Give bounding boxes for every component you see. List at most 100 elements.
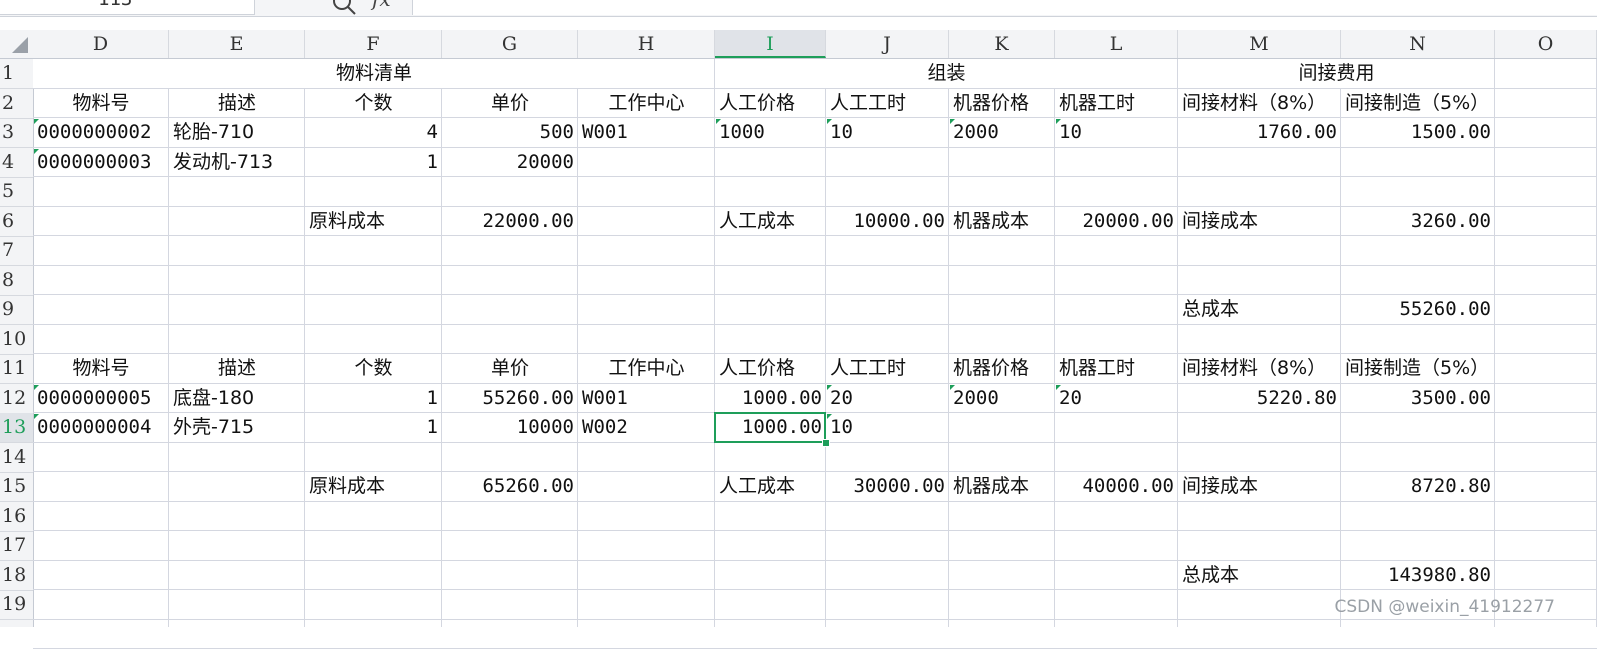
column-header-e[interactable]: E <box>169 30 305 58</box>
cell-d13[interactable]: 0000000004 <box>33 413 169 442</box>
row-header-2[interactable]: 2 <box>0 89 33 119</box>
cell-n6[interactable]: 3260.00 <box>1341 207 1495 236</box>
cell-m3[interactable]: 1760.00 <box>1178 118 1341 147</box>
row-header-8[interactable]: 8 <box>0 266 33 296</box>
cell-i3[interactable]: 1000 <box>715 118 826 147</box>
cell-e3[interactable]: 轮胎-710 <box>169 118 305 147</box>
cell-l15[interactable]: 40000.00 <box>1055 472 1178 501</box>
cell-m6[interactable]: 间接成本 <box>1178 207 1341 236</box>
row-header-7[interactable]: 7 <box>0 236 33 266</box>
cell-j13[interactable]: 10 <box>826 413 949 442</box>
cell-n2[interactable]: 间接制造（5%） <box>1341 89 1495 118</box>
cell-f4[interactable]: 1 <box>305 148 442 177</box>
cell-l3[interactable]: 10 <box>1055 118 1178 147</box>
column-header-f[interactable]: F <box>305 30 442 58</box>
cell-j2[interactable]: 人工工时 <box>826 89 949 118</box>
cell-e11[interactable]: 描述 <box>169 354 305 383</box>
cell-j6[interactable]: 10000.00 <box>826 207 949 236</box>
cell-n15[interactable]: 8720.80 <box>1341 472 1495 501</box>
cell-m2[interactable]: 间接材料（8%） <box>1178 89 1341 118</box>
row-header-9[interactable]: 9 <box>0 295 33 325</box>
cell-d1[interactable]: 物料清单 <box>33 59 715 88</box>
column-header-j[interactable]: J <box>826 30 949 58</box>
cell-n3[interactable]: 1500.00 <box>1341 118 1495 147</box>
fx-icon[interactable]: fx <box>372 0 391 11</box>
column-header-k[interactable]: K <box>949 30 1055 58</box>
row-header-1[interactable]: 1 <box>0 59 33 89</box>
row-header-5[interactable]: 5 <box>0 177 33 207</box>
column-header-h[interactable]: H <box>578 30 715 58</box>
cell-e13[interactable]: 外壳-715 <box>169 413 305 442</box>
cell-n9[interactable]: 55260.00 <box>1341 295 1495 324</box>
cell-h11[interactable]: 工作中心 <box>578 354 715 383</box>
row-header-3[interactable]: 3 <box>0 118 33 148</box>
column-header-g[interactable]: G <box>442 30 578 58</box>
cell-l11[interactable]: 机器工时 <box>1055 354 1178 383</box>
cell-g4[interactable]: 20000 <box>442 148 578 177</box>
cell-h12[interactable]: W001 <box>578 384 715 413</box>
cell-h2[interactable]: 工作中心 <box>578 89 715 118</box>
cell-l2[interactable]: 机器工时 <box>1055 89 1178 118</box>
cell-i11[interactable]: 人工价格 <box>715 354 826 383</box>
cell-f11[interactable]: 个数 <box>305 354 442 383</box>
cell-i2[interactable]: 人工价格 <box>715 89 826 118</box>
cell-d4[interactable]: 0000000003 <box>33 148 169 177</box>
cell-e4[interactable]: 发动机-713 <box>169 148 305 177</box>
search-icon[interactable] <box>330 0 360 16</box>
row-header-6[interactable]: 6 <box>0 207 33 237</box>
cell-h3[interactable]: W001 <box>578 118 715 147</box>
row-header-17[interactable]: 17 <box>0 531 33 561</box>
cell-k3[interactable]: 2000 <box>949 118 1055 147</box>
cell-k15[interactable]: 机器成本 <box>949 472 1055 501</box>
cell-k2[interactable]: 机器价格 <box>949 89 1055 118</box>
fill-handle[interactable] <box>822 439 830 447</box>
cell-i12[interactable]: 1000.00 <box>715 384 826 413</box>
cell-j3[interactable]: 10 <box>826 118 949 147</box>
cell-m18[interactable]: 总成本 <box>1178 561 1341 590</box>
cell-l12[interactable]: 20 <box>1055 384 1178 413</box>
cell-j15[interactable]: 30000.00 <box>826 472 949 501</box>
cell-n11[interactable]: 间接制造（5%） <box>1341 354 1495 383</box>
cell-m1[interactable]: 间接费用 <box>1178 59 1495 88</box>
cell-j11[interactable]: 人工工时 <box>826 354 949 383</box>
cell-f3[interactable]: 4 <box>305 118 442 147</box>
cell-f13[interactable]: 1 <box>305 413 442 442</box>
row-header-10[interactable]: 10 <box>0 325 33 355</box>
cell-d2[interactable]: 物料号 <box>33 89 169 118</box>
column-header-d[interactable]: D <box>33 30 169 58</box>
cell-n18[interactable]: 143980.80 <box>1341 561 1495 590</box>
cell-m15[interactable]: 间接成本 <box>1178 472 1341 501</box>
select-all-icon[interactable] <box>12 37 28 53</box>
row-header-16[interactable]: 16 <box>0 502 33 532</box>
column-header-l[interactable]: L <box>1055 30 1178 58</box>
cell-m11[interactable]: 间接材料（8%） <box>1178 354 1341 383</box>
cell-k6[interactable]: 机器成本 <box>949 207 1055 236</box>
selected-cell-outline[interactable] <box>714 412 826 443</box>
cell-j12[interactable]: 20 <box>826 384 949 413</box>
row-header-14[interactable]: 14 <box>0 443 33 473</box>
row-header-13[interactable]: 13 <box>0 413 33 443</box>
row-header-12[interactable]: 12 <box>0 384 33 414</box>
column-header-o[interactable]: O <box>1495 30 1597 58</box>
row-header-18[interactable]: 18 <box>0 561 33 591</box>
cell-h13[interactable]: W002 <box>578 413 715 442</box>
cell-g3[interactable]: 500 <box>442 118 578 147</box>
row-header-4[interactable]: 4 <box>0 148 33 178</box>
row-header-19[interactable]: 19 <box>0 590 33 620</box>
cell-f2[interactable]: 个数 <box>305 89 442 118</box>
cell-g2[interactable]: 单价 <box>442 89 578 118</box>
cell-g12[interactable]: 55260.00 <box>442 384 578 413</box>
column-header-i[interactable]: I <box>715 30 826 58</box>
cell-d11[interactable]: 物料号 <box>33 354 169 383</box>
name-box[interactable]: 113 <box>0 0 255 15</box>
cell-k12[interactable]: 2000 <box>949 384 1055 413</box>
cell-g11[interactable]: 单价 <box>442 354 578 383</box>
cell-m12[interactable]: 5220.80 <box>1178 384 1341 413</box>
cell-f6[interactable]: 原料成本 <box>305 207 442 236</box>
cell-f15[interactable]: 原料成本 <box>305 472 442 501</box>
cell-g15[interactable]: 65260.00 <box>442 472 578 501</box>
cell-d12[interactable]: 0000000005 <box>33 384 169 413</box>
cell-e2[interactable]: 描述 <box>169 89 305 118</box>
cell-m9[interactable]: 总成本 <box>1178 295 1341 324</box>
row-header-15[interactable]: 15 <box>0 472 33 502</box>
